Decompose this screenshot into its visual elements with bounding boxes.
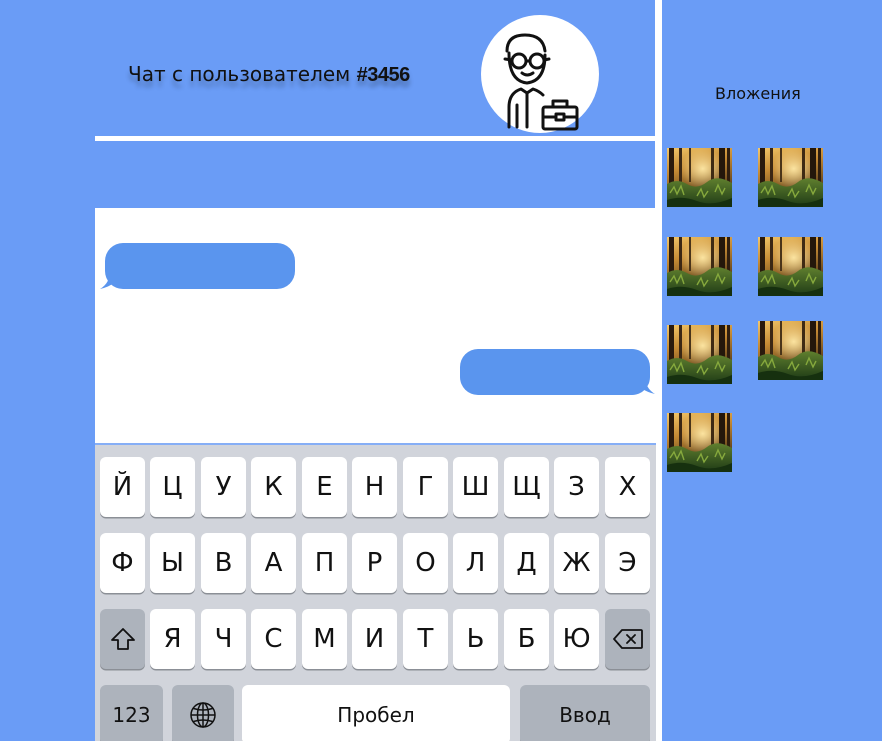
key-letter[interactable]: В — [201, 533, 246, 593]
key-letter[interactable]: Ч — [201, 609, 246, 669]
forest-photo — [667, 148, 732, 207]
user-with-briefcase-icon — [503, 33, 579, 131]
key-letter[interactable]: Ю — [554, 609, 599, 669]
key-letter[interactable]: З — [554, 457, 599, 517]
numbers-key[interactable]: 123 — [100, 685, 163, 741]
attachment-thumbnail[interactable] — [667, 237, 732, 296]
key-letter[interactable]: К — [251, 457, 296, 517]
key-letter[interactable]: Ш — [453, 457, 498, 517]
key-letter[interactable]: Н — [352, 457, 397, 517]
key-letter[interactable]: Ф — [100, 533, 145, 593]
shift-icon — [110, 628, 135, 650]
key-letter[interactable]: С — [251, 609, 296, 669]
key-letter[interactable]: И — [352, 609, 397, 669]
outgoing-message-bubble[interactable] — [460, 349, 650, 395]
attachment-thumbnail[interactable] — [758, 321, 823, 380]
key-letter[interactable]: Ц — [150, 457, 195, 517]
forest-photo — [758, 237, 823, 296]
key-letter[interactable]: У — [201, 457, 246, 517]
attachment-thumbnail[interactable] — [667, 413, 732, 472]
forest-photo — [667, 237, 732, 296]
key-letter[interactable]: П — [302, 533, 347, 593]
key-letter[interactable]: Г — [403, 457, 448, 517]
key-letter[interactable]: Щ — [504, 457, 549, 517]
key-letter[interactable]: О — [403, 533, 448, 593]
key-letter[interactable]: М — [302, 609, 347, 669]
forest-photo — [667, 325, 732, 384]
backspace-icon — [612, 629, 643, 649]
attachment-thumbnail[interactable] — [758, 148, 823, 207]
header-divider — [95, 136, 655, 141]
shift-key[interactable] — [100, 609, 145, 669]
key-letter[interactable]: Т — [403, 609, 448, 669]
key-letter[interactable]: Я — [150, 609, 195, 669]
forest-photo — [667, 413, 732, 472]
key-letter[interactable]: Э — [605, 533, 650, 593]
globe-icon — [190, 702, 216, 728]
return-key[interactable]: Ввод — [520, 685, 650, 741]
avatar[interactable] — [481, 15, 599, 133]
forest-photo — [758, 148, 823, 207]
message-list[interactable] — [95, 208, 655, 443]
sidebar-divider — [655, 0, 662, 741]
chat-title: Чат с пользователем #3456 — [128, 62, 410, 87]
attachment-thumbnail[interactable] — [758, 237, 823, 296]
key-letter[interactable]: Л — [453, 533, 498, 593]
on-screen-keyboard: Й Ц У К Е Н Г Ш Щ З Х Ф Ы В А П Р О Л Д … — [95, 443, 656, 741]
globe-key[interactable] — [172, 685, 234, 741]
attachment-thumbnail[interactable] — [667, 148, 732, 207]
attachments-title: Вложения — [715, 84, 801, 103]
forest-photo — [758, 321, 823, 380]
attachment-thumbnail[interactable] — [667, 325, 732, 384]
chat-title-text: Чат с пользователем — [128, 62, 357, 86]
key-letter[interactable]: Д — [504, 533, 549, 593]
backspace-key[interactable] — [605, 609, 650, 669]
key-letter[interactable]: Б — [504, 609, 549, 669]
key-letter[interactable]: Х — [605, 457, 650, 517]
key-letter[interactable]: Ж — [554, 533, 599, 593]
key-letter[interactable]: Ь — [453, 609, 498, 669]
key-letter[interactable]: А — [251, 533, 296, 593]
key-letter[interactable]: Е — [302, 457, 347, 517]
key-letter[interactable]: Р — [352, 533, 397, 593]
space-key[interactable]: Пробел — [242, 685, 510, 741]
incoming-message-bubble[interactable] — [105, 243, 295, 289]
chat-user-id: #3456 — [356, 64, 411, 86]
key-letter[interactable]: Й — [100, 457, 145, 517]
key-letter[interactable]: Ы — [150, 533, 195, 593]
